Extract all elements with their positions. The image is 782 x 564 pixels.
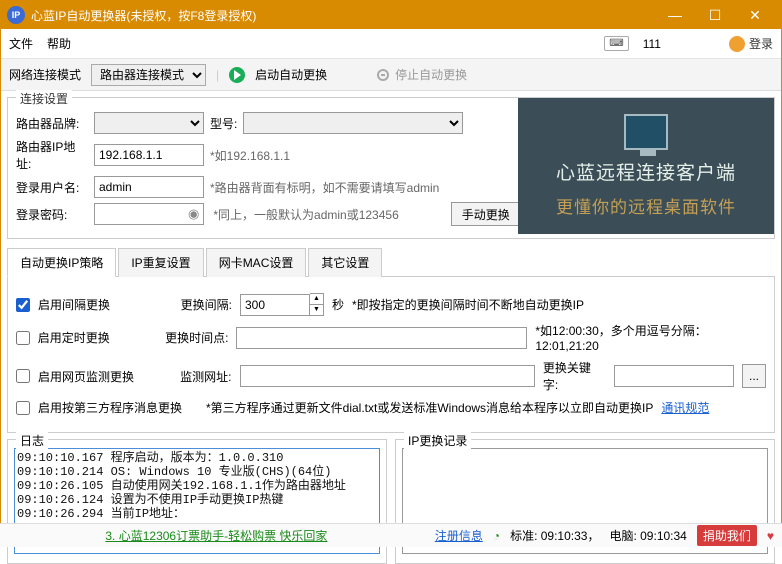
model-select[interactable] [243,112,463,134]
window-title: 心蓝IP自动更换器(未授权，按F8登录授权) [31,7,655,24]
web-url-input[interactable] [240,365,535,387]
register-link[interactable]: 注册信息 [435,527,483,544]
pwd-hint: *同上，一般默认为admin或123456 [213,206,398,223]
mode-select[interactable]: 路由器连接模式 [91,64,206,86]
spin-up-icon[interactable]: ▲ [310,294,323,305]
play-icon[interactable] [229,67,245,83]
tab-mac[interactable]: 网卡MAC设置 [206,248,307,277]
toolbar: 网络连接模式 路由器连接模式 | 启动自动更换 停止自动更换 [1,59,781,91]
menu-help[interactable]: 帮助 [47,35,71,52]
web-check[interactable] [16,369,30,383]
banner-ad[interactable]: 心蓝远程连接客户端 更懂你的远程桌面软件 [518,98,774,234]
tab-body: 启用间隔更换 更换间隔: ▲▼ 秒 *即按指定的更换间隔时间不断地自动更换IP … [7,277,775,433]
promo-link[interactable]: 3. 心蓝12306订票助手-轻松购票 快乐回家 [8,527,425,544]
login-button[interactable]: 登录 [729,35,773,52]
heart-icon: ♥ [767,529,774,543]
mode-label: 网络连接模式 [9,66,81,83]
tab-repeat[interactable]: IP重复设置 [118,248,203,277]
tab-other[interactable]: 其它设置 [308,248,382,277]
avatar-icon [729,36,745,52]
monitor-icon [624,114,668,150]
third-check[interactable] [16,401,30,415]
close-button[interactable]: ✕ [735,7,775,24]
pc-time: 电脑: 09:10:34 [609,527,686,544]
ip-input[interactable] [94,144,204,166]
pwd-label: 登录密码: [16,206,88,223]
ip-label: 路由器IP地址: [16,138,88,172]
brand-label: 路由器品牌: [16,115,88,132]
interval-check[interactable] [16,298,30,312]
interval-spinner[interactable]: ▲▼ [240,293,324,316]
menu-file[interactable]: 文件 [9,35,33,52]
ip-hint: *如192.168.1.1 [210,147,290,164]
donate-button[interactable]: 捐助我们 [697,525,757,546]
stop-icon [377,69,389,81]
protocol-link[interactable]: 通讯规范 [661,399,709,416]
eye-icon[interactable]: ◉ [188,206,199,222]
user-hint: *路由器背面有标明，如不需要请填写admin [210,179,439,196]
tabs: 自动更换IP策略 IP重复设置 网卡MAC设置 其它设置 [7,247,775,277]
user-label: 登录用户名: [16,179,88,196]
start-auto[interactable]: 启动自动更换 [255,66,327,83]
timed-check[interactable] [16,331,30,345]
web-browse-button[interactable]: ... [742,364,766,388]
connection-group: 连接设置 路由器品牌: 型号: 路由器IP地址: *如192.168.1.1 登… [7,97,775,239]
tab-strategy[interactable]: 自动更换IP策略 [7,248,116,277]
manual-button[interactable]: 手动更换 [451,202,521,226]
stop-auto: 停止自动更换 [377,66,467,83]
minimize-button[interactable]: — [655,7,695,23]
model-label: 型号: [210,115,237,132]
web-kw-input[interactable] [614,365,734,387]
menubar: 文件 帮助 ⌨ 111 登录 [1,29,781,59]
statusbar: 3. 心蓝12306订票助手-轻松购票 快乐回家 注册信息 ◔ 标准: 09:1… [0,523,782,547]
titlebar: IP 心蓝IP自动更换器(未授权，按F8登录授权) — ☐ ✕ [1,1,781,29]
app-logo-icon: IP [7,6,25,24]
std-time: 标准: 09:10:33， [510,527,599,544]
user-input[interactable] [94,176,204,198]
brand-select[interactable] [94,112,204,134]
timed-input[interactable] [236,327,527,349]
maximize-button[interactable]: ☐ [695,7,735,24]
keyboard-icon: ⌨ [604,36,628,51]
spin-down-icon[interactable]: ▼ [310,305,323,315]
connection-legend: 连接设置 [16,90,72,107]
kb-num: 111 [643,37,661,51]
